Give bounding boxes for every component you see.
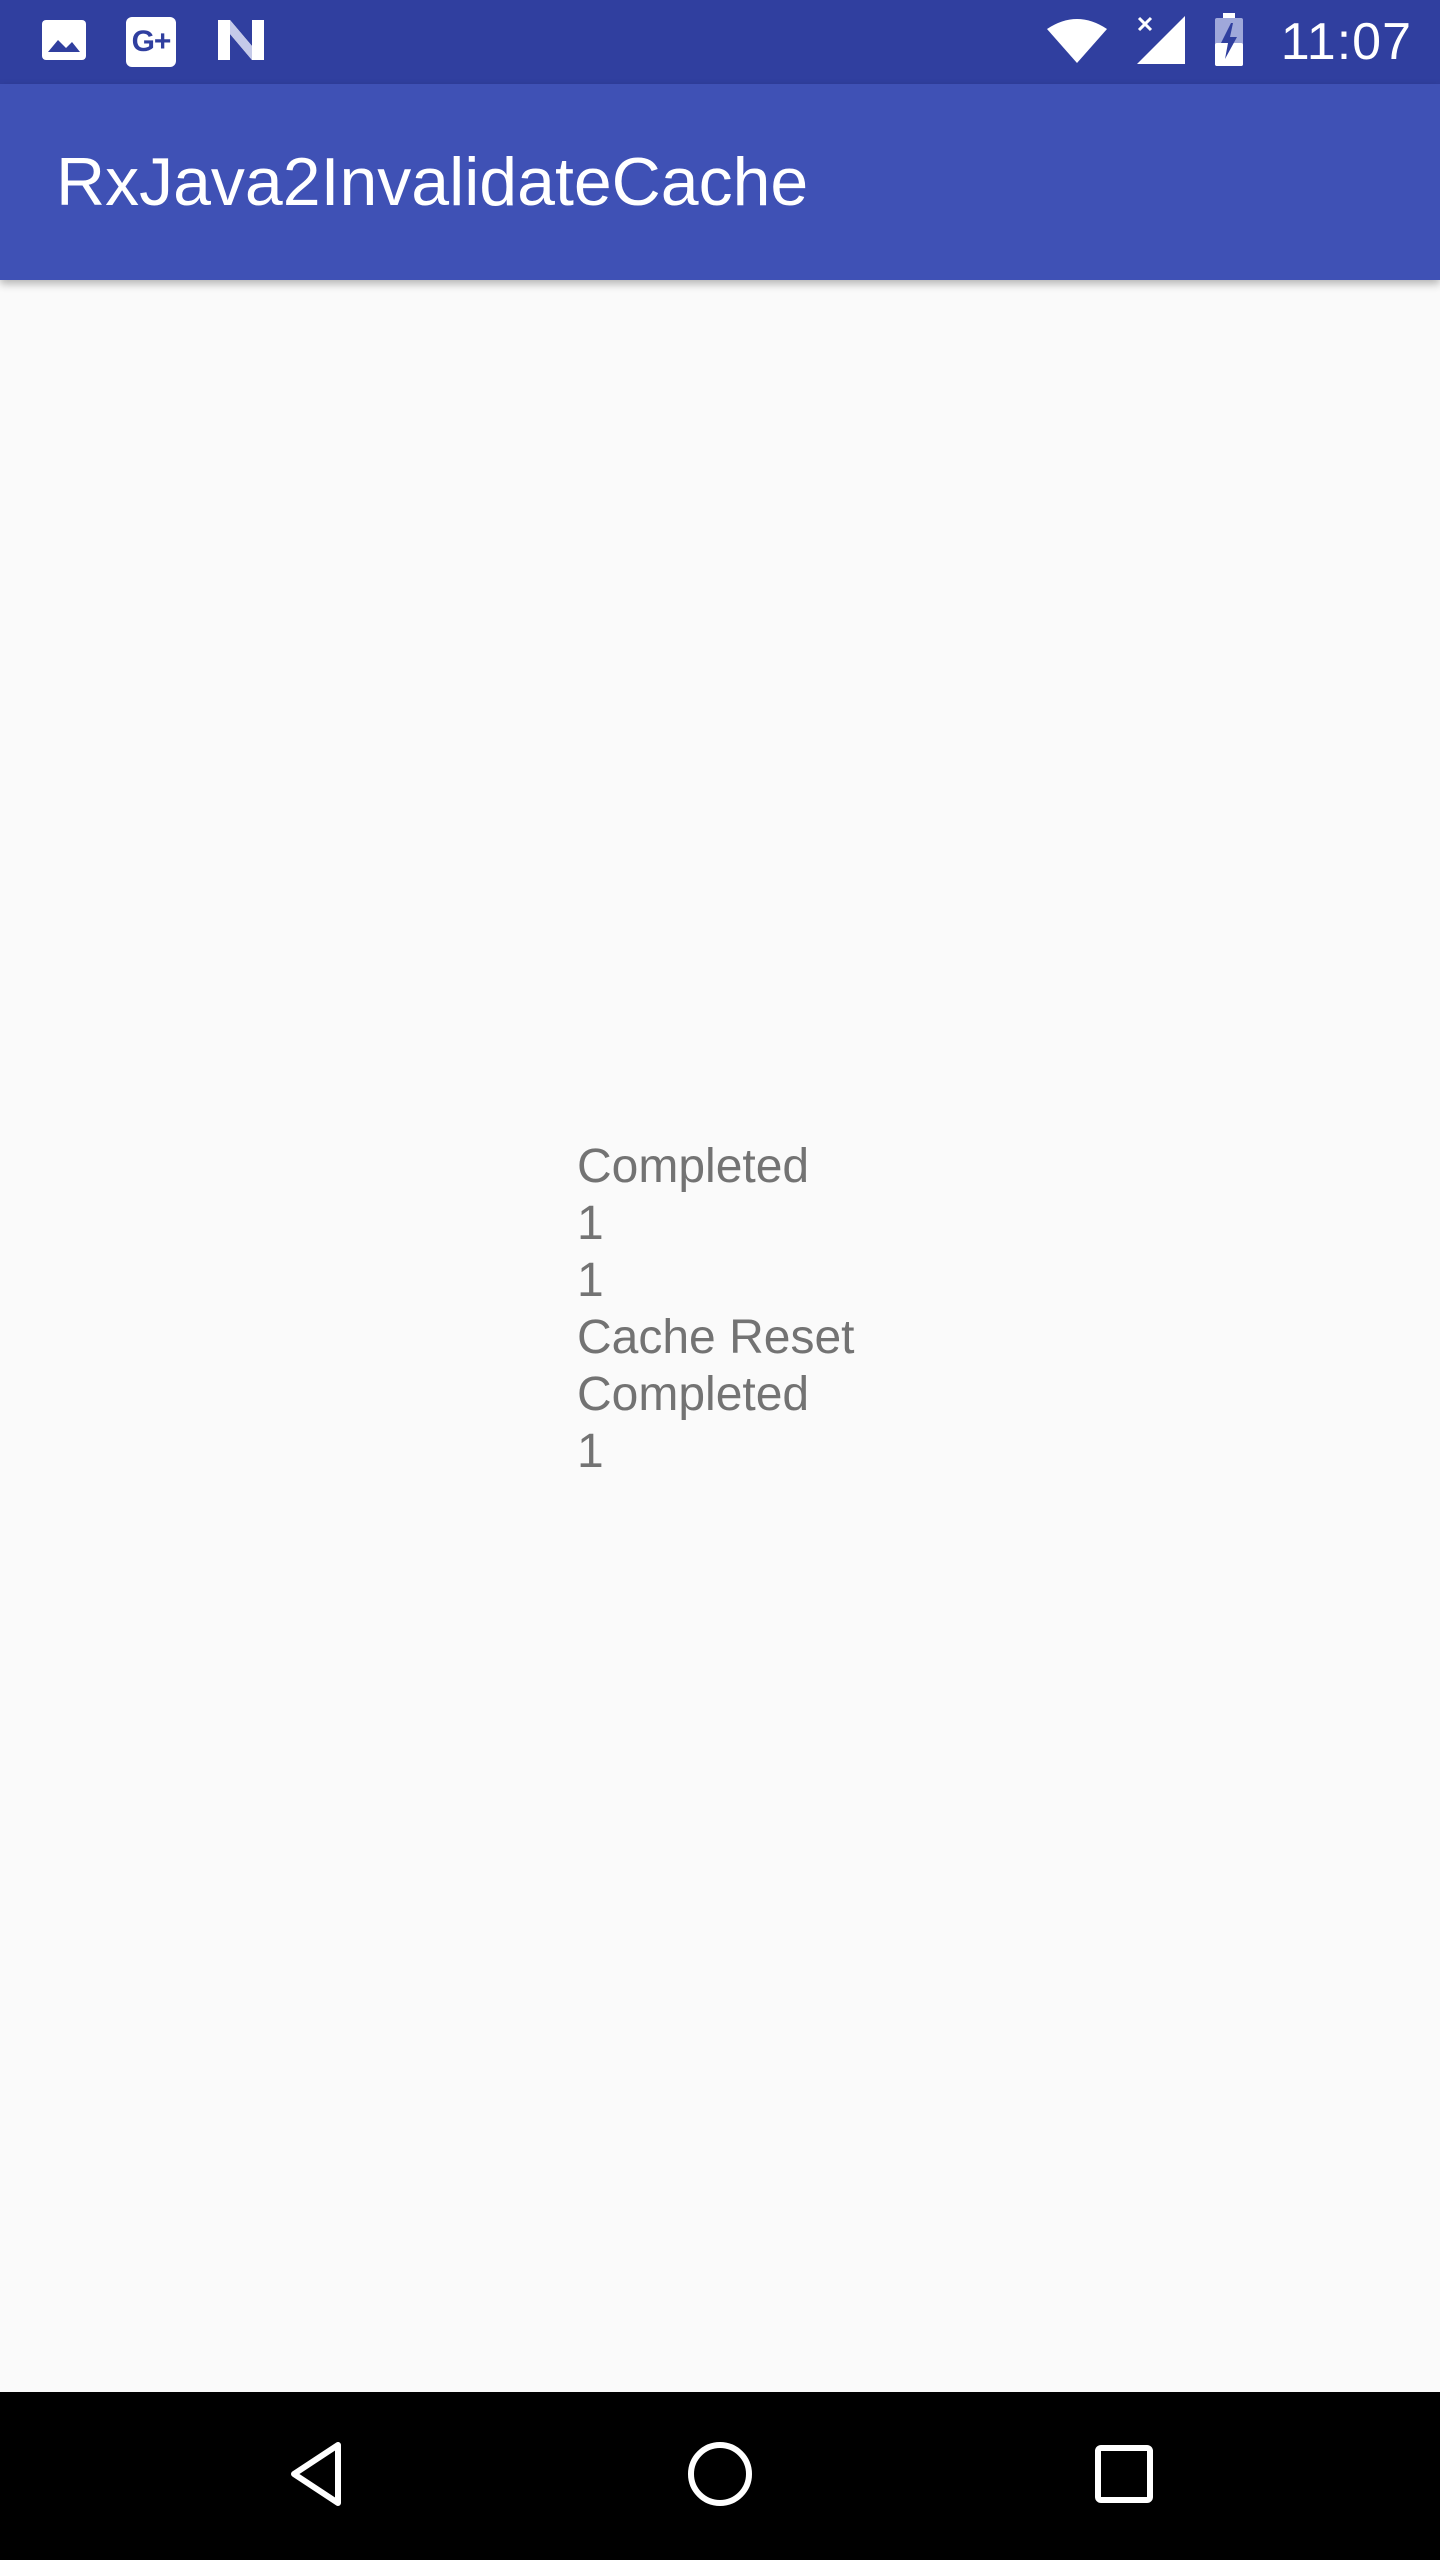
main-content: Completed 1 1 Cache Reset Completed 1 xyxy=(0,280,1440,2392)
log-line: Completed xyxy=(577,1368,810,1421)
n-preview-icon xyxy=(214,16,268,69)
system-icons: 11:07 xyxy=(1045,0,1412,84)
navigation-bar xyxy=(0,2392,1440,2560)
app-title: RxJava2InvalidateCache xyxy=(56,144,809,220)
image-notification-icon xyxy=(40,18,88,67)
log-line: 1 xyxy=(577,1197,604,1250)
notification-icons: G+ xyxy=(40,0,268,84)
cell-signal-icon xyxy=(1135,14,1187,71)
log-line: 1 xyxy=(577,1254,604,1307)
battery-charging-icon xyxy=(1213,12,1245,72)
screen: G+ 11:07 RxJava2InvalidateCache Complete… xyxy=(0,0,1440,2560)
home-button[interactable] xyxy=(640,2392,800,2560)
output-log: Completed 1 1 Cache Reset Completed 1 xyxy=(577,1138,977,1480)
google-plus-icon: G+ xyxy=(126,17,176,67)
status-time: 11:07 xyxy=(1280,13,1412,71)
back-button[interactable] xyxy=(236,2392,396,2560)
log-line: Completed xyxy=(577,1140,810,1193)
status-bar: G+ 11:07 xyxy=(0,0,1440,84)
home-icon xyxy=(685,2439,755,2514)
log-line: 1 xyxy=(577,1425,604,1478)
log-line: Cache Reset xyxy=(577,1311,855,1364)
recents-icon xyxy=(1093,2443,1155,2510)
wifi-icon xyxy=(1045,15,1109,70)
back-icon xyxy=(286,2439,346,2514)
app-bar: RxJava2InvalidateCache xyxy=(0,84,1440,280)
recents-button[interactable] xyxy=(1044,2392,1204,2560)
